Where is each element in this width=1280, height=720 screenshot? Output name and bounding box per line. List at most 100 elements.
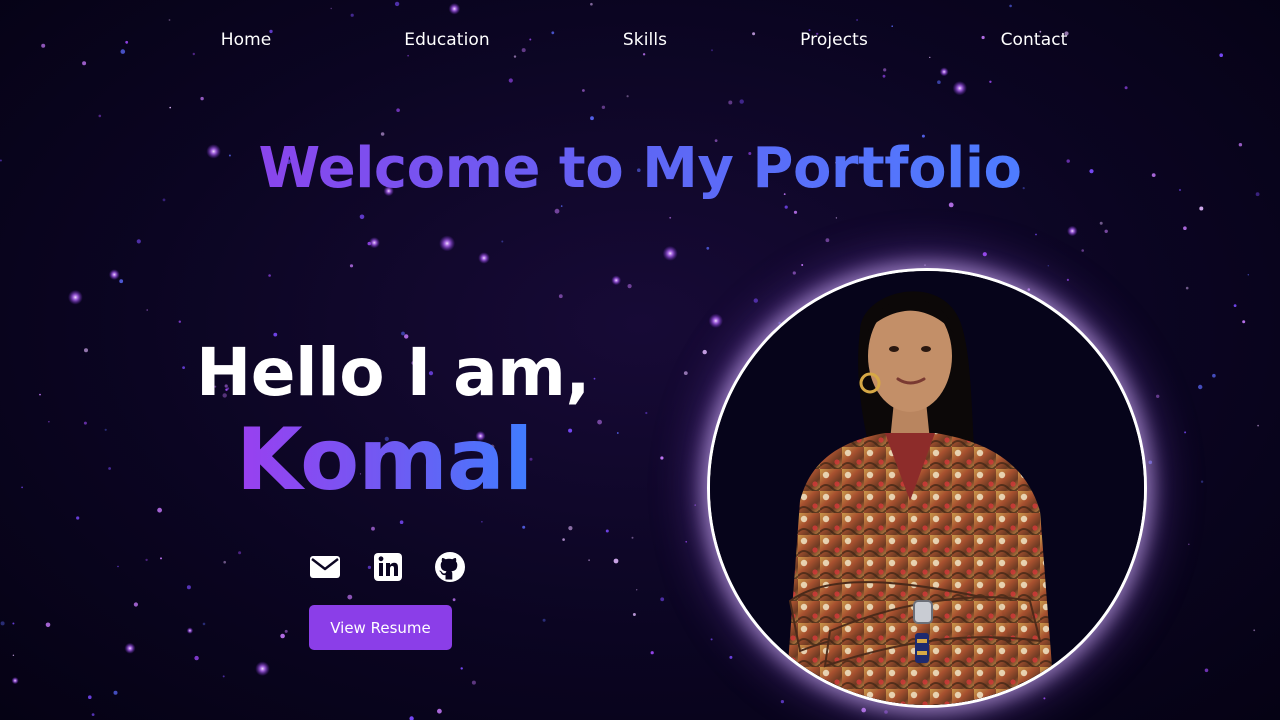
star bbox=[1212, 373, 1216, 378]
star bbox=[801, 264, 804, 266]
star bbox=[91, 713, 95, 716]
star bbox=[568, 428, 573, 433]
star bbox=[460, 667, 463, 670]
star bbox=[669, 216, 672, 219]
star bbox=[708, 313, 723, 328]
star bbox=[347, 594, 353, 600]
star bbox=[160, 557, 162, 560]
star bbox=[350, 13, 354, 17]
social-links bbox=[306, 550, 476, 584]
star bbox=[1185, 286, 1189, 290]
star bbox=[739, 99, 744, 104]
star bbox=[611, 275, 622, 286]
star bbox=[124, 642, 136, 654]
star bbox=[98, 114, 102, 118]
star bbox=[45, 622, 51, 628]
greeting-heading: Hello I am, bbox=[196, 334, 590, 411]
star bbox=[1183, 226, 1187, 230]
star bbox=[202, 622, 206, 626]
star bbox=[582, 89, 585, 92]
page-title: Welcome to My Portfolio bbox=[0, 136, 1280, 201]
star bbox=[1081, 249, 1084, 252]
star bbox=[508, 78, 513, 83]
view-resume-button[interactable]: View Resume bbox=[309, 605, 452, 650]
star bbox=[728, 100, 733, 105]
star bbox=[753, 298, 758, 303]
star bbox=[924, 264, 926, 266]
star bbox=[1233, 304, 1237, 307]
star bbox=[882, 74, 886, 78]
star bbox=[119, 279, 124, 284]
star bbox=[223, 560, 226, 564]
star bbox=[1047, 265, 1050, 267]
nav-link-skills[interactable]: Skills bbox=[623, 30, 667, 50]
nav-link-home[interactable]: Home bbox=[221, 30, 272, 50]
star bbox=[104, 428, 107, 431]
profile-photo bbox=[707, 268, 1147, 708]
star bbox=[590, 116, 594, 121]
star bbox=[1198, 384, 1203, 390]
star bbox=[39, 393, 41, 396]
star bbox=[542, 618, 546, 622]
star bbox=[178, 320, 181, 323]
star bbox=[182, 366, 186, 369]
star bbox=[1148, 460, 1153, 465]
star bbox=[588, 559, 590, 562]
star bbox=[1124, 86, 1128, 90]
github-icon[interactable] bbox=[433, 550, 467, 584]
star bbox=[359, 214, 365, 220]
star bbox=[729, 655, 733, 659]
star bbox=[568, 526, 573, 531]
star bbox=[168, 19, 171, 21]
star bbox=[371, 526, 375, 531]
star bbox=[68, 289, 83, 305]
linkedin-icon[interactable] bbox=[370, 550, 404, 584]
star bbox=[12, 622, 15, 625]
star bbox=[937, 80, 941, 84]
star bbox=[409, 716, 414, 720]
star bbox=[660, 456, 664, 460]
star bbox=[1067, 225, 1078, 237]
nav-link-education[interactable]: Education bbox=[404, 30, 490, 50]
star bbox=[1066, 278, 1069, 281]
nav-link-projects[interactable]: Projects bbox=[800, 30, 868, 50]
star bbox=[501, 240, 504, 243]
star bbox=[452, 598, 456, 602]
star bbox=[12, 654, 15, 656]
star bbox=[636, 589, 638, 591]
star bbox=[685, 541, 687, 543]
star bbox=[601, 105, 606, 110]
star bbox=[522, 525, 526, 529]
star bbox=[399, 520, 404, 524]
star bbox=[157, 507, 163, 513]
star bbox=[255, 661, 270, 676]
star bbox=[194, 655, 199, 661]
star bbox=[883, 68, 887, 72]
star bbox=[76, 516, 80, 520]
star bbox=[1035, 233, 1037, 236]
star bbox=[560, 205, 563, 207]
star bbox=[146, 309, 148, 311]
star bbox=[222, 675, 225, 678]
star bbox=[593, 377, 596, 380]
envelope-icon[interactable] bbox=[308, 550, 342, 584]
star bbox=[660, 597, 665, 602]
star bbox=[330, 7, 332, 10]
nav-link-contact[interactable]: Contact bbox=[1001, 30, 1068, 50]
star bbox=[108, 467, 111, 470]
star bbox=[825, 238, 830, 243]
star bbox=[891, 25, 893, 28]
star bbox=[784, 205, 788, 209]
star bbox=[605, 529, 609, 533]
star bbox=[562, 538, 565, 541]
page: Home Education Skills Projects Contact W… bbox=[0, 0, 1280, 720]
star bbox=[394, 1, 400, 7]
star bbox=[478, 252, 490, 264]
star bbox=[613, 558, 619, 564]
star bbox=[626, 95, 629, 98]
star bbox=[1043, 697, 1046, 700]
star bbox=[1027, 288, 1031, 291]
star bbox=[448, 3, 461, 15]
star bbox=[616, 432, 619, 434]
star bbox=[590, 2, 593, 6]
